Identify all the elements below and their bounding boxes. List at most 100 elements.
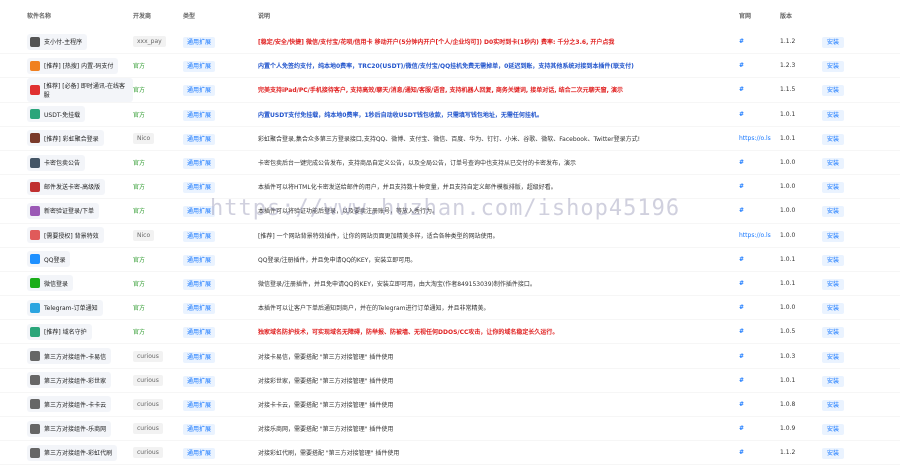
install-button[interactable]: 安装 <box>822 133 845 145</box>
site-link[interactable]: # <box>739 111 744 118</box>
site-link[interactable]: # <box>739 38 744 45</box>
site-link[interactable]: # <box>739 328 744 335</box>
action-cell: 安装 <box>814 37 874 49</box>
site-cell: # <box>719 425 774 432</box>
plugin-name-cell: Telegram-订单通知 <box>0 299 133 316</box>
site-cell: # <box>719 111 774 118</box>
install-button[interactable]: 安装 <box>822 37 845 49</box>
install-button[interactable]: 安装 <box>822 424 845 436</box>
install-button[interactable]: 安装 <box>822 182 845 194</box>
site-link[interactable]: # <box>739 159 744 166</box>
description: [稳定/安全/快捷] 微信/支付宝/花呗/信用卡 移动开户(5分钟内开户[个人/… <box>258 39 615 47</box>
plugin-name[interactable]: [推荐] 彩虹聚合登录 <box>27 130 104 147</box>
install-button[interactable]: 安装 <box>822 206 845 218</box>
plugin-name[interactable]: 第三方对接组件-卡卡云 <box>27 396 112 413</box>
type-badge: 通用扩展 <box>183 424 216 436</box>
install-button[interactable]: 安装 <box>822 254 845 266</box>
install-button[interactable]: 安装 <box>822 278 845 290</box>
install-button[interactable]: 安装 <box>822 448 845 460</box>
plugin-name[interactable]: 卡密包卖公告 <box>27 154 86 171</box>
site-link[interactable]: # <box>739 401 744 408</box>
plugin-name-cell: 第三方对接组件-彩虹代刷 <box>0 444 133 461</box>
type-badge: 通用扩展 <box>183 85 216 97</box>
install-button[interactable]: 安装 <box>822 158 845 170</box>
plugin-icon <box>30 60 40 71</box>
type-badge: 通用扩展 <box>183 61 216 73</box>
install-button[interactable]: 安装 <box>822 109 845 121</box>
type-cell: 通用扩展 <box>183 182 229 194</box>
description: 本插件可以将验证功能后登录，以及要卖注册账号，等放入秀行为。 <box>258 208 439 216</box>
plugin-name[interactable]: 新密验证登录/下单 <box>27 202 100 219</box>
plugin-name[interactable]: [推荐] [热搜] 内置-码支付 <box>27 57 119 74</box>
install-button[interactable]: 安装 <box>822 61 845 73</box>
type-cell: 通用扩展 <box>183 375 229 387</box>
plugin-name[interactable]: 第三方对接组件-乐商网 <box>27 420 112 437</box>
plugin-name[interactable]: [推荐] [必备] 即时通讯-在线客服 <box>27 77 133 102</box>
action-cell: 安装 <box>814 327 874 339</box>
plugin-icon <box>30 157 40 168</box>
plugin-name[interactable]: 第三方对接组件-彩世家 <box>27 372 112 389</box>
table-row: 第三方对接组件-彩世家 curious 通用扩展 对接彩世家，需要搭配 "第三方对接管… <box>0 369 900 393</box>
site-link[interactable]: https://o.ls <box>739 135 771 142</box>
install-button[interactable]: 安装 <box>822 327 845 339</box>
type-badge: 通用扩展 <box>183 399 216 411</box>
plugin-name-cell: 支小付-主程序 <box>0 33 133 50</box>
install-button[interactable]: 安装 <box>822 399 845 411</box>
version: 1.0.0 <box>780 183 796 191</box>
plugin-name-text: [推荐] [必备] 即时通讯-在线客服 <box>43 82 125 99</box>
type-badge: 通用扩展 <box>183 254 216 266</box>
plugin-name[interactable]: QQ登录 <box>27 251 71 268</box>
install-button[interactable]: 安装 <box>822 375 845 387</box>
version-cell: 1.0.0 <box>774 183 814 190</box>
version: 1.1.2 <box>780 449 796 457</box>
site-link[interactable]: # <box>739 207 744 214</box>
plugin-icon <box>30 181 40 192</box>
site-link[interactable]: # <box>739 425 744 432</box>
table-row: 第三方对接组件-彩虹代刷 curious 通用扩展 对接彩虹代刷，需要搭配 "第三方对… <box>0 441 900 465</box>
site-link[interactable]: # <box>739 62 744 69</box>
plugin-name[interactable]: Telegram-订单通知 <box>27 299 103 316</box>
site-link[interactable]: # <box>739 353 744 360</box>
plugin-name[interactable]: [需要授权] 背景特效 <box>27 227 104 244</box>
plugin-name-cell: [推荐] 域名守护 <box>0 323 133 340</box>
version: 1.0.5 <box>780 328 796 336</box>
install-button[interactable]: 安装 <box>822 303 845 315</box>
plugin-name[interactable]: 第三方对接组件-卡易信 <box>27 348 112 365</box>
developer-tag: 官方 <box>133 63 146 71</box>
site-cell: # <box>719 38 774 45</box>
plugin-icon <box>30 447 40 458</box>
plugin-name[interactable]: 邮件发送卡密-高级版 <box>27 178 106 195</box>
type-cell: 通用扩展 <box>183 327 229 339</box>
developer-tag: curious <box>133 398 163 410</box>
developer-tag: 官方 <box>133 256 146 264</box>
description: 对接乐商网，需要搭配 "第三方对接管理" 插件使用 <box>258 426 394 434</box>
header-name: 软件名称 <box>27 12 52 20</box>
site-link[interactable]: # <box>739 256 744 263</box>
plugin-name[interactable]: USDT-免挂载 <box>27 106 86 123</box>
version: 1.2.3 <box>780 62 796 70</box>
plugin-name[interactable]: 微信登录 <box>27 275 74 292</box>
plugin-name-text: 邮件发送卡密-高级版 <box>44 184 101 192</box>
table-row: 支小付-主程序 xxx_pay 通用扩展 [稳定/安全/快捷] 微信/支付宝/花呗/信… <box>0 30 900 55</box>
site-cell: # <box>719 280 774 287</box>
site-link[interactable]: # <box>739 183 744 190</box>
site-cell: https://o.ls <box>719 232 774 239</box>
developer-tag: 官方 <box>133 184 146 192</box>
install-button[interactable]: 安装 <box>822 230 845 242</box>
plugin-name[interactable]: 第三方对接组件-彩虹代刷 <box>27 444 118 461</box>
site-cell: # <box>719 304 774 311</box>
plugin-name[interactable]: [推荐] 域名守护 <box>27 323 92 340</box>
install-button[interactable]: 安装 <box>822 85 845 97</box>
site-link[interactable]: # <box>739 280 744 287</box>
site-link[interactable]: # <box>739 377 744 384</box>
site-link[interactable]: # <box>739 449 744 456</box>
site-cell: # <box>719 183 774 190</box>
version: 1.0.9 <box>780 425 796 433</box>
plugin-name-cell: 卡密包卖公告 <box>0 154 133 171</box>
site-link[interactable]: https://o.ls <box>739 232 771 239</box>
site-link[interactable]: # <box>739 304 744 311</box>
site-link[interactable]: # <box>739 86 744 93</box>
install-button[interactable]: 安装 <box>822 351 845 363</box>
plugin-name[interactable]: 支小付-主程序 <box>27 33 88 50</box>
developer-tag: curious <box>133 423 163 435</box>
